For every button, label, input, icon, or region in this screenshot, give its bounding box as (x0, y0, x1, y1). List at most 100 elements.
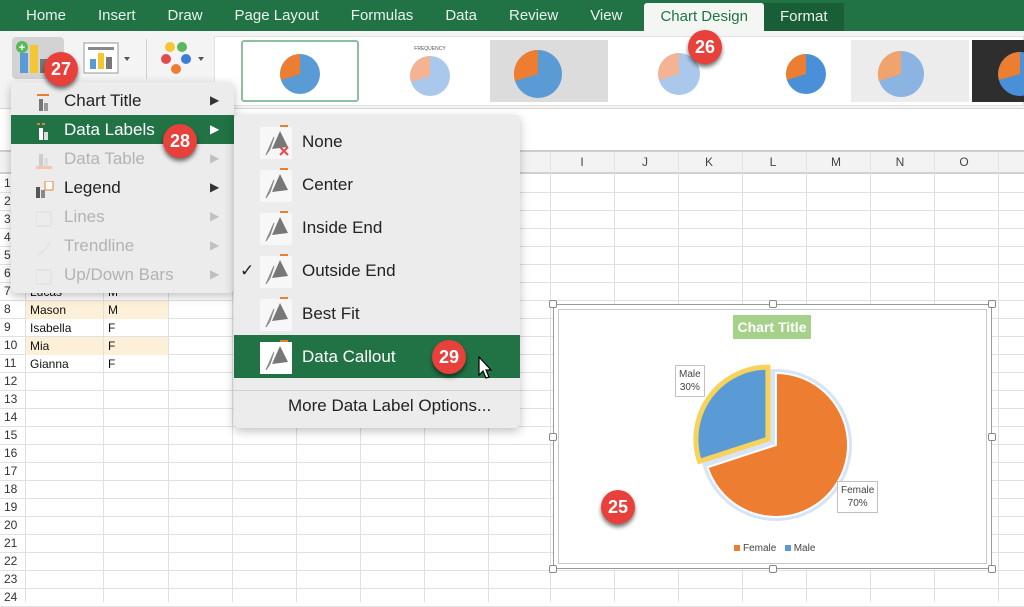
data-label-male[interactable]: Male 30% (675, 365, 705, 397)
tab-insert[interactable]: Insert (82, 0, 152, 31)
pie-chart[interactable]: Chart Title Male 30% Female 70% Female M… (549, 300, 996, 573)
data-label-position-icon (260, 297, 292, 331)
tab-home[interactable]: Home (0, 0, 82, 31)
row-number[interactable]: 10 (4, 338, 24, 352)
row-number[interactable]: 16 (4, 446, 24, 460)
menu-divider (234, 390, 520, 391)
row-number[interactable]: 20 (4, 518, 24, 532)
column-header[interactable]: K (689, 155, 729, 169)
step-badge-25: 25 (601, 490, 635, 524)
chart-style-thumb[interactable] (241, 40, 359, 102)
pie-plot (693, 364, 852, 521)
data-table-icon (36, 150, 52, 169)
cell-gender[interactable]: F (104, 355, 168, 373)
row-number[interactable]: 21 (4, 536, 24, 550)
row-number[interactable]: 19 (4, 500, 24, 514)
tab-chart-design[interactable]: Chart Design (644, 3, 764, 31)
tab-view[interactable]: View (574, 0, 638, 31)
row-number[interactable]: 23 (4, 572, 24, 586)
cell-gender[interactable]: M (104, 301, 168, 319)
data-label-position-icon (260, 340, 292, 374)
pie-thumbnail-icon (280, 54, 320, 94)
more-data-label-options[interactable]: More Data Label Options... (288, 396, 491, 416)
row-number[interactable]: 17 (4, 464, 24, 478)
column-header[interactable]: J (625, 155, 665, 169)
tab-format[interactable]: Format (763, 3, 844, 31)
menu-item-chart-title[interactable]: Chart Title ▶ (11, 86, 234, 115)
column-header[interactable]: I (562, 155, 602, 169)
chart-style-thumb[interactable] (490, 40, 608, 102)
tab-review[interactable]: Review (493, 0, 574, 31)
chart-styles-gallery: FREQUENCY (214, 36, 1024, 106)
submenu-arrow-icon: ▶ (210, 209, 220, 223)
column-header[interactable]: N (880, 155, 920, 169)
pie-thumbnail-icon (877, 50, 924, 97)
option-label: Best Fit (302, 304, 360, 323)
row-number[interactable]: 15 (4, 428, 24, 442)
row-number[interactable]: 8 (4, 302, 24, 316)
tab-draw[interactable]: Draw (152, 0, 219, 31)
tab-data[interactable]: Data (429, 0, 493, 31)
data-label-position-icon (260, 211, 292, 245)
trendline-icon (36, 237, 52, 256)
row-number[interactable]: 11 (4, 356, 24, 370)
menu-item-legend[interactable]: Legend ▶ (11, 173, 234, 202)
column-header[interactable]: M (816, 155, 856, 169)
row-number[interactable]: 13 (4, 392, 24, 406)
data-label-percent: 30% (679, 382, 700, 393)
row-number[interactable]: 18 (4, 482, 24, 496)
data-label-option-center[interactable]: Center (234, 163, 520, 206)
tab-formulas[interactable]: Formulas (335, 0, 430, 31)
data-label-option-outside-end[interactable]: ✓ Outside End (234, 249, 520, 292)
menu-item-trendline: Trendline ▶ (11, 231, 234, 260)
option-label: Outside End (302, 261, 396, 280)
step-badge-26: 26 (688, 30, 722, 64)
cell-name[interactable]: Gianna (26, 355, 103, 373)
data-label-option-best-fit[interactable]: Best Fit (234, 292, 520, 335)
pie-thumbnail-icon (513, 49, 562, 98)
lines-icon (35, 208, 52, 227)
chart-legend[interactable]: Female Male (734, 543, 815, 554)
option-label: Data Callout (302, 347, 396, 366)
row-number[interactable]: 9 (4, 320, 24, 334)
data-label-option-inside-end[interactable]: Inside End (234, 206, 520, 249)
cell-name[interactable]: Mia (26, 337, 103, 355)
cell-gender[interactable]: F (104, 337, 168, 355)
row-number[interactable]: 12 (4, 374, 24, 388)
cell-gender[interactable]: F (104, 319, 168, 337)
chart-style-thumb[interactable]: FREQUENCY (371, 40, 489, 102)
pie-thumbnail-icon (998, 52, 1024, 96)
cell-name[interactable]: Mason (26, 301, 103, 319)
data-label-category: Male (679, 369, 701, 380)
cell-name[interactable]: Isabella (26, 319, 103, 337)
chart-style-thumb[interactable] (851, 40, 969, 102)
row-gridline (0, 588, 1024, 589)
option-label: Inside End (302, 218, 383, 237)
menu-item-up-down-bars: Up/Down Bars ▶ (11, 260, 234, 289)
submenu-arrow-icon: ▶ (210, 238, 220, 252)
step-badge-28: 28 (163, 124, 197, 158)
submenu-arrow-icon: ▶ (210, 93, 220, 107)
data-label-option-none[interactable]: None (234, 120, 520, 163)
legend-label: Male (793, 543, 816, 554)
chart-style-thumb[interactable] (972, 40, 1024, 102)
change-colors-button[interactable] (158, 39, 210, 81)
option-label: Center (302, 175, 354, 194)
submenu-arrow-icon: ▶ (210, 180, 220, 194)
quick-layout-button[interactable] (82, 39, 134, 81)
row-number[interactable]: 22 (4, 554, 24, 568)
menu-item-data-labels[interactable]: Data Labels ▶ (11, 115, 234, 144)
step-badge-27: 27 (44, 52, 78, 86)
submenu-arrow-icon: ▶ (210, 122, 220, 136)
data-label-female[interactable]: Female 70% (837, 481, 879, 513)
toolbar-separator (146, 39, 147, 79)
mouse-cursor-icon (478, 355, 494, 385)
menu-item-lines: Lines ▶ (11, 202, 234, 231)
tab-page-layout[interactable]: Page Layout (219, 0, 335, 31)
row-number[interactable]: 14 (4, 410, 24, 424)
row-gridline (0, 570, 1024, 571)
column-header[interactable]: O (944, 155, 984, 169)
legend-swatch-male (784, 545, 791, 551)
column-header[interactable]: L (753, 155, 793, 169)
add-chart-element-menu: Chart Title ▶ Data Labels ▶ Data Table ▶ Le… (11, 82, 234, 293)
